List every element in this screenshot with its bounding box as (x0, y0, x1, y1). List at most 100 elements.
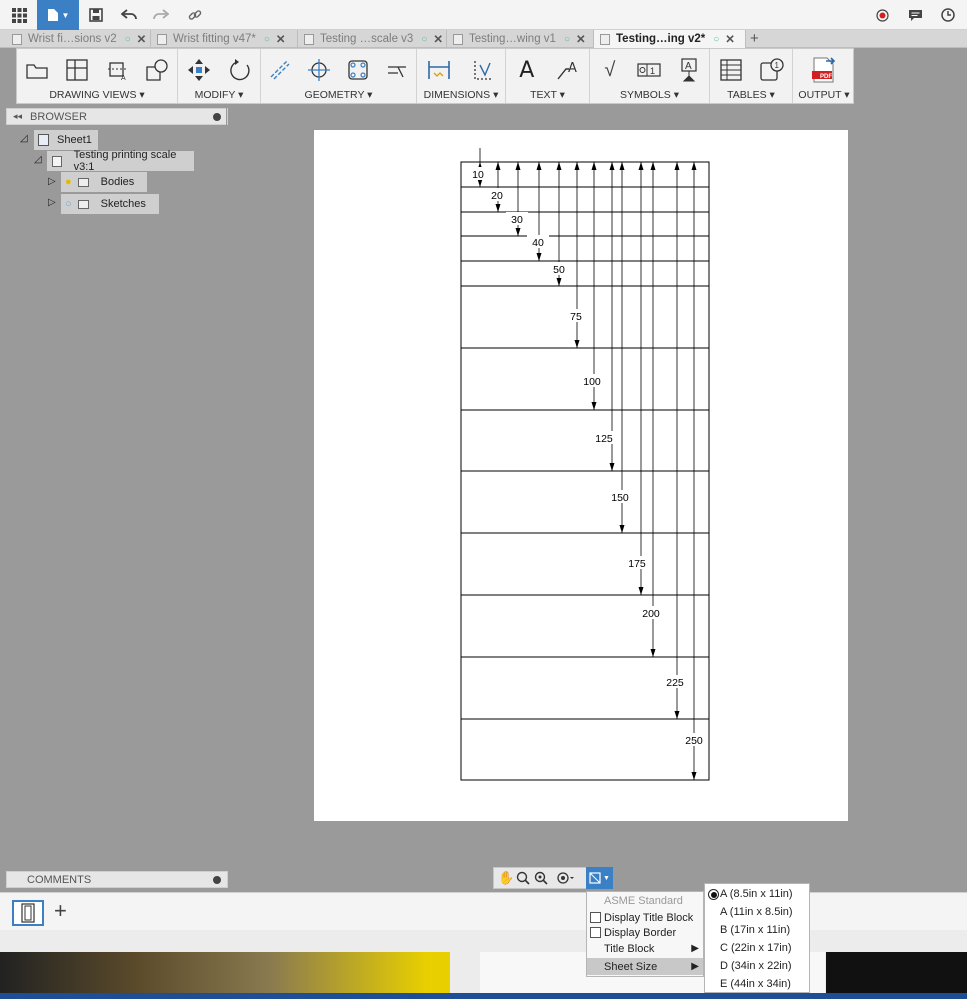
apps-grid-icon[interactable] (6, 3, 32, 27)
node-label: Sheet1 (57, 134, 92, 146)
sheet-size-option[interactable]: C (22in x 17in) (705, 939, 809, 957)
center-mark-pattern-icon[interactable] (345, 57, 371, 83)
close-icon[interactable]: ✕ (576, 32, 586, 46)
sheet-size-option[interactable]: E (44in x 34in) (705, 975, 809, 993)
group-label[interactable]: TABLES ▾ (710, 89, 792, 101)
file-menu-button[interactable]: ▼ (37, 0, 79, 30)
option-label: A (8.5in x 11in) (720, 888, 793, 900)
lightbulb-icon[interactable]: ● (65, 176, 72, 188)
datum-identifier-icon[interactable]: A (676, 57, 702, 83)
group-label[interactable]: SYMBOLS ▾ (590, 89, 709, 101)
browser-sketches-node[interactable]: ○ Sketches (61, 194, 159, 214)
dimension-icon[interactable] (426, 57, 452, 83)
tab-wrist-fitting-v47[interactable]: Wrist fitting v47* ○ ✕ (151, 30, 298, 48)
drawing-canvas[interactable]: 10 20 30 40 50 75 100 125 150 175 200 225 250 (314, 130, 848, 821)
arrowhead-icon (674, 711, 680, 719)
group-label[interactable]: DRAWING VIEWS ▾ (17, 89, 177, 101)
lightbulb-icon[interactable]: ○ (65, 198, 72, 210)
display-border-toggle[interactable]: Display Border (587, 924, 703, 941)
edge-extension-icon[interactable] (384, 57, 410, 83)
browser-panel-header[interactable]: ◂◂ BROWSER (6, 108, 228, 125)
title-block-item[interactable]: Title Block ▶ (587, 940, 703, 957)
projected-view-icon[interactable] (64, 57, 90, 83)
tab-testing-scale-v3[interactable]: Testing …scale v3 ○ ✕ (298, 30, 447, 48)
sheet-size-item[interactable]: Sheet Size ▶ (587, 958, 703, 975)
tab-wrist-fi-sions-v2[interactable]: Wrist fi…sions v2 ○ ✕ (6, 30, 151, 48)
group-label[interactable]: TEXT ▾ (506, 89, 589, 101)
table-icon[interactable] (718, 57, 744, 83)
checkbox-icon[interactable] (590, 912, 601, 923)
output-group: PDF OUTPUT ▾ (793, 49, 855, 103)
leader-icon[interactable]: A (555, 57, 581, 83)
zoom-icon[interactable] (516, 871, 530, 888)
detail-view-icon[interactable] (144, 57, 170, 83)
collapse-icon[interactable]: ◂◂ (13, 111, 22, 122)
surface-texture-icon[interactable]: √ (597, 57, 623, 83)
status-circle-icon: ○ (263, 33, 270, 45)
sheet-settings-icon[interactable]: ▼ (586, 867, 613, 889)
drawing-doc-icon (12, 33, 22, 45)
section-view-icon[interactable]: A (104, 57, 130, 83)
centerline-icon[interactable] (267, 57, 293, 83)
drawing-sheet[interactable]: 10 20 30 40 50 75 100 125 150 175 200 225 250 (314, 130, 848, 821)
comments-panel-header[interactable]: COMMENTS (6, 871, 228, 888)
group-label[interactable]: DIMENSIONS ▾ (417, 89, 505, 101)
close-icon[interactable]: ✕ (433, 32, 443, 46)
tab-testing-wing-v1[interactable]: Testing…wing v1 ○ ✕ (447, 30, 594, 48)
save-icon[interactable] (83, 3, 109, 27)
close-icon[interactable]: ✕ (137, 32, 147, 46)
tables-group: 1 TABLES ▾ (710, 49, 793, 103)
expand-triangle-icon[interactable]: ▷ (48, 176, 56, 187)
base-view-icon[interactable] (24, 57, 50, 83)
sheet-thumbnail[interactable] (12, 900, 44, 926)
sheet-size-option[interactable]: B (17in x 11in) (705, 921, 809, 939)
text-icon[interactable]: A (514, 57, 540, 83)
arrowhead-icon (691, 162, 697, 170)
background-window-strip (0, 930, 967, 999)
panel-resize-handle[interactable] (226, 108, 229, 125)
balloon-icon[interactable]: 1 (759, 57, 785, 83)
new-tab-icon[interactable]: + (750, 30, 759, 47)
expand-triangle-icon[interactable]: ▷ (48, 197, 56, 208)
item-label: Display Border (604, 926, 677, 939)
move-icon[interactable] (186, 57, 212, 83)
feature-control-frame-icon[interactable]: 1 (636, 57, 662, 83)
grid-settings-icon[interactable] (556, 871, 576, 888)
browser-view-node[interactable]: Testing printing scale v3:1 (47, 149, 194, 173)
close-icon[interactable]: ✕ (276, 32, 286, 46)
close-icon[interactable]: ✕ (725, 32, 735, 46)
status-circle-icon: ○ (421, 33, 428, 45)
ordinate-dimension-icon[interactable] (470, 57, 496, 83)
add-comment-icon[interactable] (213, 876, 221, 884)
comments-title: COMMENTS (27, 873, 92, 886)
sheet-size-option[interactable]: D (34in x 22in) (705, 957, 809, 975)
chat-icon[interactable] (902, 3, 928, 27)
redo-icon[interactable] (148, 3, 174, 27)
arrowhead-icon (495, 204, 501, 212)
group-label[interactable]: MODIFY ▾ (178, 89, 260, 101)
browser-bodies-node[interactable]: ● Bodies (61, 172, 147, 192)
center-mark-icon[interactable] (306, 57, 332, 83)
sheet-size-option[interactable]: A (8.5in x 11in) (705, 885, 809, 903)
undo-icon[interactable] (116, 3, 142, 27)
clock-icon[interactable] (935, 3, 961, 27)
sheet-size-option[interactable]: A (11in x 8.5in) (705, 903, 809, 921)
radio-selected-icon[interactable] (708, 889, 719, 900)
rotate-icon[interactable] (227, 57, 253, 83)
collapse-triangle-icon[interactable]: ◿ (34, 154, 42, 165)
dimension-label: 20 (491, 190, 503, 202)
drawing-views-group: A DRAWING VIEWS ▾ (17, 49, 178, 103)
tab-testing-ing-v2[interactable]: Testing…ing v2* ○ ✕ (594, 30, 746, 48)
panel-options-icon[interactable] (213, 113, 221, 121)
link-icon[interactable] (182, 3, 208, 27)
group-label[interactable]: GEOMETRY ▾ (261, 89, 416, 101)
browser-sheet-node[interactable]: Sheet1 (34, 130, 98, 150)
pan-icon[interactable]: ✋ (498, 870, 514, 886)
zoom-window-icon[interactable] (534, 871, 548, 888)
add-sheet-icon[interactable]: + (54, 899, 67, 923)
checkbox-icon[interactable] (590, 927, 601, 938)
group-label[interactable]: OUTPUT ▾ (793, 89, 855, 101)
record-icon[interactable] (869, 3, 895, 27)
collapse-triangle-icon[interactable]: ◿ (20, 133, 28, 144)
dimension-label: 10 (472, 169, 484, 181)
